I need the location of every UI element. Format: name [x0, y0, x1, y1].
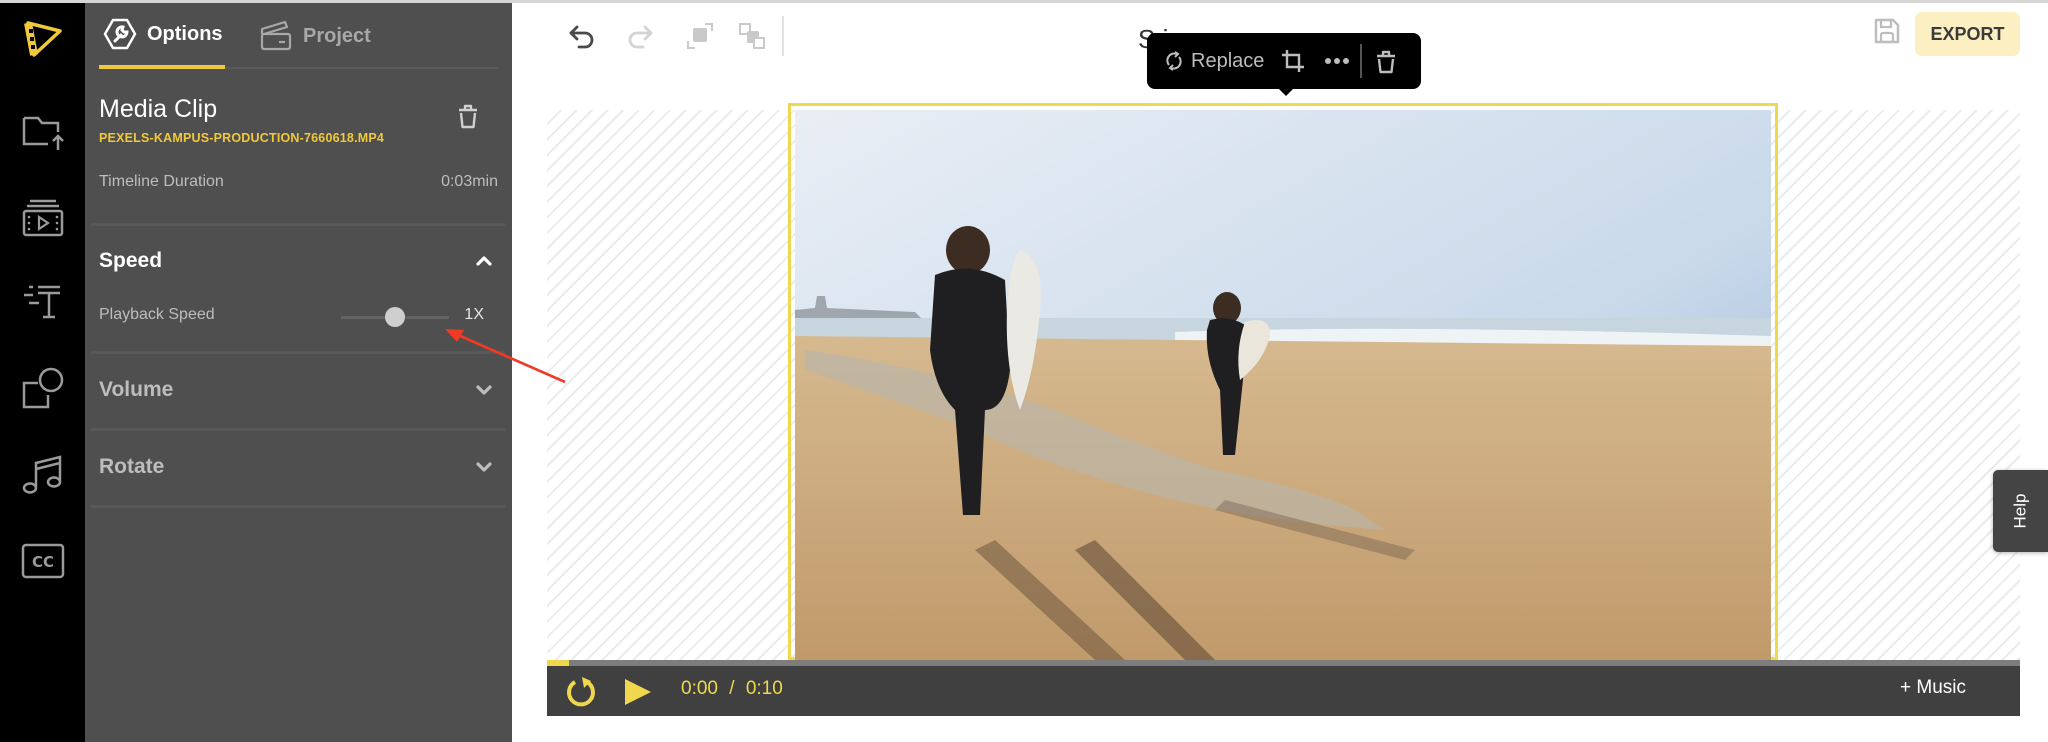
shapes-icon[interactable] [20, 365, 66, 411]
export-button[interactable]: EXPORT [1915, 12, 2020, 56]
bring-forward-icon [687, 23, 713, 49]
delete-button[interactable] [1372, 47, 1400, 75]
tab-options[interactable]: Options [99, 3, 225, 69]
save-icon[interactable] [1872, 16, 1902, 46]
clip-title: Media Clip [99, 95, 218, 123]
replace-button[interactable]: Replace [1163, 50, 1264, 73]
options-panel: Options Project Media Clip PEXELS-KAMPUS… [85, 3, 512, 742]
replay-icon[interactable] [563, 674, 599, 710]
toolbar-separator [782, 16, 784, 56]
rotate-section-title: Rotate [99, 455, 165, 478]
redo-button[interactable] [620, 16, 660, 56]
volume-section-title: Volume [99, 378, 174, 401]
panel-tabs: Options Project [99, 3, 499, 69]
left-rail: CC [0, 3, 85, 742]
tab-project[interactable]: Project [259, 3, 371, 69]
rotate-section-header[interactable]: Rotate [99, 447, 499, 487]
speed-section-header[interactable]: Speed [99, 241, 499, 281]
crop-icon [1282, 50, 1305, 72]
delete-clip-icon[interactable] [453, 101, 483, 131]
divider [91, 428, 505, 431]
wrench-icon [103, 18, 137, 50]
music-icon[interactable] [20, 451, 66, 497]
playback-speed-slider[interactable] [341, 306, 449, 328]
replace-label: Replace [1191, 49, 1265, 72]
time-separator: / [729, 678, 735, 699]
playback-bar: 0:00 / 0:10 + Music [547, 660, 2020, 716]
divider [91, 505, 505, 508]
app-logo-icon[interactable] [20, 15, 66, 61]
more-icon [1325, 58, 1350, 64]
svg-text:CC: CC [32, 553, 54, 571]
current-time: 0:00 [681, 678, 718, 699]
chevron-down-icon [476, 462, 492, 472]
undo-icon [569, 25, 594, 49]
clapperboard-icon [260, 20, 292, 51]
playback-speed-value: 1X [464, 306, 484, 323]
clip-filename: PEXELS-KAMPUS-PRODUCTION-7660618.MP4 [99, 131, 385, 145]
video-frame-surfers-beach [795, 110, 1771, 660]
text-icon[interactable] [20, 278, 66, 324]
timeline-duration-label: Timeline Duration [99, 173, 224, 190]
send-backward-button[interactable] [732, 16, 772, 56]
timeline-duration-value: 0:03min [441, 173, 498, 190]
send-backward-icon [739, 23, 765, 49]
divider [91, 351, 505, 354]
undo-button[interactable] [562, 16, 602, 56]
playback-speed-label: Playback Speed [99, 306, 215, 323]
volume-section-header[interactable]: Volume [99, 370, 499, 410]
crop-button[interactable] [1280, 48, 1306, 74]
top-border [0, 0, 2048, 3]
tab-options-label: Options [147, 22, 223, 45]
trash-icon [1377, 50, 1396, 74]
help-button[interactable]: Help [1993, 470, 2048, 552]
chevron-up-icon [476, 256, 492, 266]
playback-time: 0:00 / 0:10 [681, 678, 783, 700]
video-preview[interactable] [795, 110, 1771, 660]
timeline-progress[interactable] [547, 660, 2020, 666]
closed-captions-icon[interactable]: CC [20, 538, 66, 584]
video-library-icon[interactable] [20, 195, 66, 241]
divider [91, 223, 505, 226]
total-time: 0:10 [745, 678, 783, 699]
tab-project-label: Project [303, 24, 371, 47]
redo-icon [628, 25, 653, 49]
context-separator [1360, 44, 1363, 78]
play-icon[interactable] [619, 674, 655, 710]
bring-forward-button[interactable] [680, 16, 720, 56]
chevron-down-icon [476, 385, 492, 395]
progress-fill [547, 660, 570, 666]
video-editor-app: CC Options Project Media Clip PEXELS-KAM… [0, 0, 2048, 742]
add-music-button[interactable]: + Music [1900, 677, 1966, 699]
help-label: Help [2010, 493, 2030, 529]
speed-section-title: Speed [99, 249, 163, 272]
slider-thumb[interactable] [385, 307, 405, 327]
folder-upload-icon[interactable] [20, 108, 66, 154]
clip-context-toolbar: Replace [1147, 33, 1421, 96]
replace-icon [1166, 51, 1182, 71]
more-options-button[interactable] [1324, 56, 1350, 66]
